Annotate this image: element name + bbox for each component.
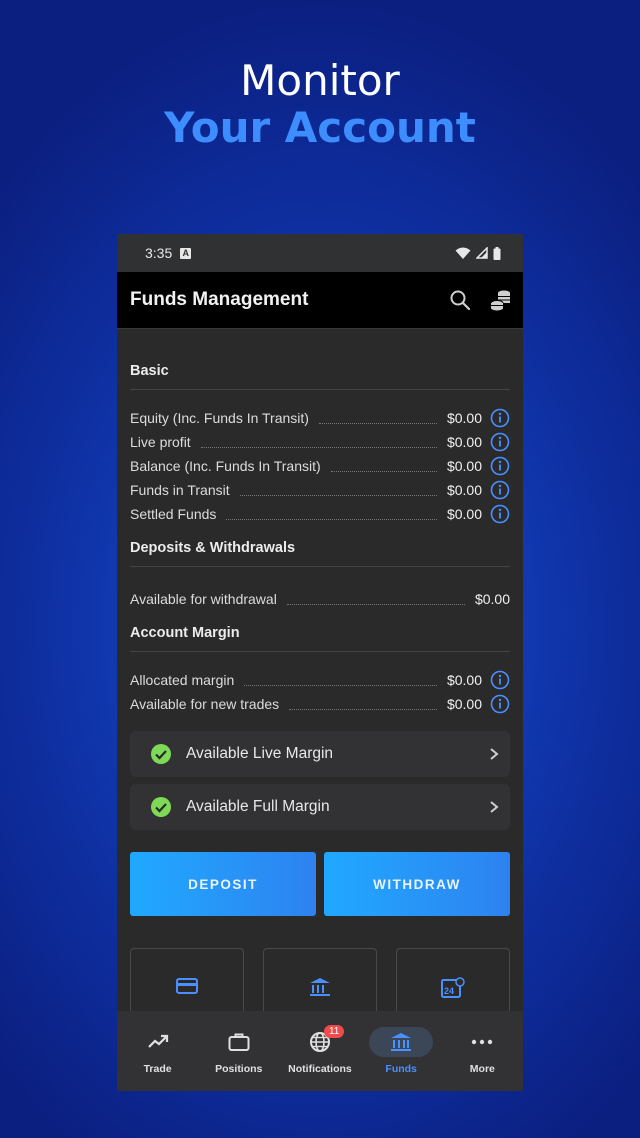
row-value: $0.00 <box>446 672 482 688</box>
bank-icon <box>310 978 330 996</box>
more-dots-icon <box>472 1039 493 1045</box>
action-buttons: DEPOSIT WITHDRAW <box>130 852 510 916</box>
hero-line-your-account: Your Account <box>164 103 476 152</box>
row-label: Funds in Transit <box>130 482 230 498</box>
info-icon[interactable] <box>490 480 510 500</box>
battery-icon <box>493 246 501 260</box>
row-allocated-margin: Allocated margin $0.00 <box>130 668 510 692</box>
info-icon[interactable] <box>490 504 510 524</box>
nav-label: Trade <box>143 1063 172 1075</box>
row-label: Available for new trades <box>130 696 280 712</box>
search-icon[interactable] <box>449 289 471 311</box>
nav-trade[interactable]: Trade <box>118 1027 198 1075</box>
info-icon[interactable] <box>490 456 510 476</box>
credit-card-icon <box>176 978 198 994</box>
app-bar: Funds Management <box>117 272 523 329</box>
row-value: $0.00 <box>474 591 510 607</box>
hero-heading: Monitor Your Account <box>0 58 640 152</box>
calendar-date-text: 24 <box>444 986 454 996</box>
nav-label: Positions <box>215 1063 263 1075</box>
status-time: 3:35 <box>145 245 173 261</box>
row-value: $0.00 <box>446 696 482 712</box>
check-circle-icon <box>151 744 171 764</box>
row-value: $0.00 <box>446 434 482 450</box>
row-settled-funds: Settled Funds $0.00 <box>130 502 510 526</box>
row-available-for-withdrawal: Available for withdrawal $0.00 <box>130 587 510 611</box>
coins-icon[interactable] <box>489 288 513 312</box>
notification-a-icon: A <box>180 247 192 259</box>
row-label: Balance (Inc. Funds In Transit) <box>130 458 321 474</box>
row-balance: Balance (Inc. Funds In Transit) $0.00 <box>130 454 510 478</box>
nav-label: More <box>469 1063 495 1075</box>
row-equity: Equity (Inc. Funds In Transit) $0.00 <box>130 406 510 430</box>
bottom-navigation: Trade Positions 11 Notifications Funds M… <box>117 1011 523 1091</box>
nav-positions[interactable]: Positions <box>199 1027 279 1075</box>
available-full-margin-expander[interactable]: Available Full Margin <box>130 784 510 830</box>
nav-label: Notifications <box>288 1063 352 1075</box>
info-icon[interactable] <box>490 408 510 428</box>
trending-up-icon <box>147 1034 168 1048</box>
section-basic-title: Basic <box>130 363 510 390</box>
row-label: Allocated margin <box>130 672 235 688</box>
phone-screen: 3:35 A Funds Management Basic Equity (In… <box>117 234 523 1091</box>
info-icon[interactable] <box>490 670 510 690</box>
nav-funds[interactable]: Funds <box>361 1027 441 1075</box>
row-value: $0.00 <box>446 458 482 474</box>
row-label: Available for withdrawal <box>130 591 277 607</box>
section-deposits-title: Deposits & Withdrawals <box>130 540 510 567</box>
section-margin-title: Account Margin <box>130 625 510 652</box>
briefcase-icon <box>228 1033 250 1051</box>
info-icon[interactable] <box>490 432 510 452</box>
nav-more[interactable]: More <box>442 1027 522 1075</box>
calendar-24-icon: 24 <box>441 977 465 998</box>
chevron-right-icon <box>490 801 499 813</box>
withdraw-button[interactable]: WITHDRAW <box>324 852 510 916</box>
row-value: $0.00 <box>446 482 482 498</box>
info-icon[interactable] <box>490 694 510 714</box>
funds-content: Basic Equity (Inc. Funds In Transit) $0.… <box>117 363 523 1028</box>
row-label: Live profit <box>130 434 191 450</box>
row-funds-in-transit: Funds in Transit $0.00 <box>130 478 510 502</box>
row-label: Equity (Inc. Funds In Transit) <box>130 410 309 426</box>
row-value: $0.00 <box>446 410 482 426</box>
expander-label: Available Live Margin <box>186 745 334 762</box>
expander-label: Available Full Margin <box>186 798 330 815</box>
bank-icon <box>391 1033 412 1051</box>
deposit-button[interactable]: DEPOSIT <box>130 852 316 916</box>
chevron-right-icon <box>490 748 499 760</box>
wifi-icon <box>455 247 471 259</box>
row-value: $0.00 <box>446 506 482 522</box>
hero-line-monitor: Monitor <box>240 56 400 105</box>
page-title: Funds Management <box>130 289 309 310</box>
nav-label: Funds <box>385 1063 417 1075</box>
row-available-for-new-trades: Available for new trades $0.00 <box>130 692 510 716</box>
nav-notifications[interactable]: 11 Notifications <box>280 1025 360 1075</box>
check-circle-icon <box>151 797 171 817</box>
row-live-profit: Live profit $0.00 <box>130 430 510 454</box>
row-label: Settled Funds <box>130 506 217 522</box>
notification-count-badge: 11 <box>323 1025 345 1038</box>
cell-signal-icon <box>476 247 488 259</box>
status-bar: 3:35 A <box>117 234 523 272</box>
available-live-margin-expander[interactable]: Available Live Margin <box>130 731 510 777</box>
